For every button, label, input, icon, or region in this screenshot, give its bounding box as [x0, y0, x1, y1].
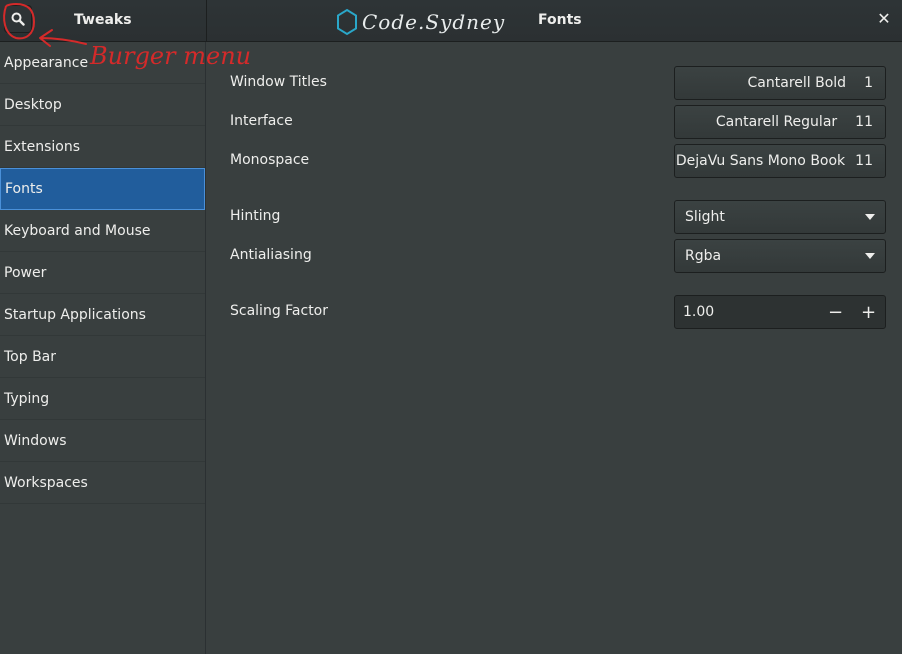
font-name: DejaVu Sans Mono Book [675, 153, 846, 169]
sidebar-item-label: Windows [4, 432, 67, 449]
sidebar-item-desktop[interactable]: Desktop [0, 84, 205, 126]
scaling-factor-label: Scaling Factor [230, 303, 329, 319]
plus-icon: + [860, 301, 877, 323]
search-icon [11, 12, 25, 26]
interface-label: Interface [230, 113, 293, 129]
monospace-label: Monospace [230, 152, 310, 168]
watermark: Code.Sydney [336, 4, 505, 40]
sidebar-item-power[interactable]: Power [0, 252, 205, 294]
sidebar-item-label: Top Bar [4, 348, 57, 365]
sidebar-item-label: Power [4, 264, 47, 281]
monospace-font-button[interactable]: DejaVu Sans Mono Book 11 [674, 144, 886, 178]
scaling-factor-spinbutton[interactable]: 1.00 − + [674, 295, 886, 329]
antialiasing-value: Rgba [685, 248, 722, 264]
sidebar: Appearance Desktop Extensions Fonts Keyb… [0, 42, 206, 654]
search-button[interactable] [4, 5, 32, 33]
sidebar-item-appearance[interactable]: Appearance [0, 42, 205, 84]
sidebar-item-top-bar[interactable]: Top Bar [0, 336, 205, 378]
page-title: Fonts [538, 12, 582, 28]
sidebar-item-startup-applications[interactable]: Startup Applications [0, 294, 205, 336]
sidebar-item-label: Keyboard and Mouse [4, 222, 151, 239]
window-titles-label: Window Titles [230, 74, 327, 90]
sidebar-item-label: Desktop [4, 96, 62, 113]
close-button[interactable]: ✕ [876, 10, 892, 28]
font-name: Cantarell Bold [747, 75, 847, 91]
scaling-factor-value[interactable]: 1.00 [675, 304, 819, 320]
font-size: 11 [855, 153, 873, 169]
sidebar-item-typing[interactable]: Typing [0, 378, 205, 420]
hinting-dropdown[interactable]: Slight [674, 200, 886, 234]
hinting-value: Slight [685, 209, 725, 225]
window-titles-font-button[interactable]: Cantarell Bold 1 [674, 66, 886, 100]
sidebar-item-extensions[interactable]: Extensions [0, 126, 205, 168]
font-name: Cantarell Regular [715, 114, 838, 130]
hexagon-logo-icon [337, 8, 357, 36]
hinting-label: Hinting [230, 208, 281, 224]
sidebar-item-label: Startup Applications [4, 306, 146, 323]
sidebar-item-label: Appearance [4, 54, 89, 71]
sidebar-item-label: Extensions [4, 138, 81, 155]
sidebar-item-label: Typing [4, 390, 50, 407]
dropdown-arrow-icon [865, 214, 875, 220]
sidebar-item-keyboard-and-mouse[interactable]: Keyboard and Mouse [0, 210, 205, 252]
antialiasing-dropdown[interactable]: Rgba [674, 239, 886, 273]
sidebar-item-fonts[interactable]: Fonts [0, 168, 205, 210]
app-title: Tweaks [74, 12, 132, 28]
sidebar-item-label: Workspaces [4, 474, 88, 491]
dropdown-arrow-icon [865, 253, 875, 259]
font-size: 11 [855, 114, 873, 130]
watermark-text: Code.Sydney [362, 10, 506, 34]
sidebar-item-workspaces[interactable]: Workspaces [0, 462, 205, 504]
minus-icon: − [827, 301, 844, 323]
fonts-panel: Window Titles Cantarell Bold 1 Interface… [207, 42, 902, 654]
increment-button[interactable]: + [852, 296, 885, 328]
sidebar-item-windows[interactable]: Windows [0, 420, 205, 462]
header-bar: Tweaks Code.Sydney Fonts ✕ [0, 0, 902, 42]
font-size: 1 [864, 75, 873, 91]
decrement-button[interactable]: − [819, 296, 852, 328]
header-divider [206, 0, 207, 42]
close-icon: ✕ [877, 9, 891, 28]
antialiasing-label: Antialiasing [230, 247, 312, 263]
sidebar-item-label: Fonts [5, 181, 43, 197]
interface-font-button[interactable]: Cantarell Regular 11 [674, 105, 886, 139]
